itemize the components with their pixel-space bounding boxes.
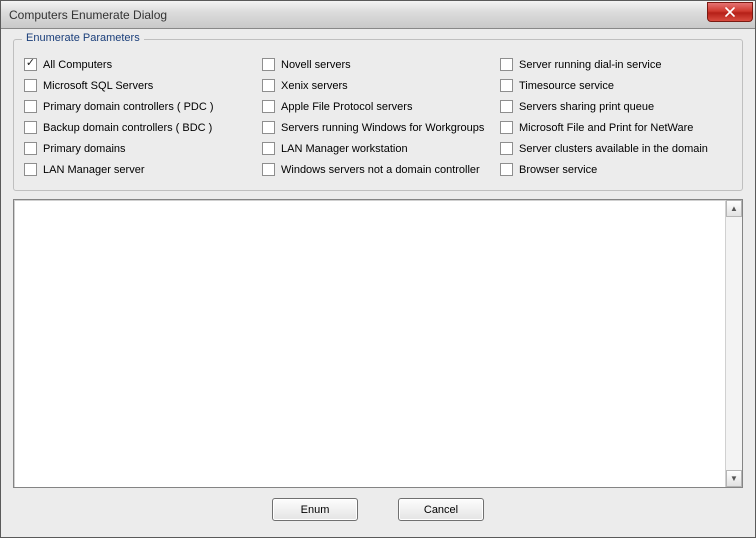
client-area: Enumerate Parameters All Computers Micro… [1,29,755,537]
checkbox-input[interactable] [24,100,37,113]
param-column-3: Server running dial-in service Timesourc… [500,54,732,180]
window-title: Computers Enumerate Dialog [9,8,167,22]
close-button[interactable] [707,2,753,22]
checkbox-input[interactable] [262,58,275,71]
checkbox-label: Microsoft File and Print for NetWare [519,122,693,134]
param-column-2: Novell servers Xenix servers Apple File … [262,54,494,180]
checkbox-input[interactable] [500,58,513,71]
checkbox-input[interactable] [24,58,37,71]
checkbox-input[interactable] [500,100,513,113]
titlebar: Computers Enumerate Dialog [1,1,755,29]
scroll-down-button[interactable]: ▼ [726,470,742,487]
checkbox-input[interactable] [262,121,275,134]
checkbox-label: Primary domains [43,143,126,155]
checkbox-input[interactable] [262,142,275,155]
checkbox-label: Xenix servers [281,80,348,92]
checkbox-input[interactable] [262,79,275,92]
checkbox-label: Apple File Protocol servers [281,101,412,113]
checkbox-wfw-servers[interactable]: Servers running Windows for Workgroups [262,117,494,138]
close-icon [725,7,735,17]
checkbox-server-clusters[interactable]: Server clusters available in the domain [500,138,732,159]
parameters-grid: All Computers Microsoft SQL Servers Prim… [24,54,732,180]
checkbox-pdc[interactable]: Primary domain controllers ( PDC ) [24,96,256,117]
checkbox-primary-domains[interactable]: Primary domains [24,138,256,159]
checkbox-input[interactable] [500,142,513,155]
results-list[interactable]: ▲ ▼ [13,199,743,488]
checkbox-mssql-servers[interactable]: Microsoft SQL Servers [24,75,256,96]
checkbox-label: Timesource service [519,80,614,92]
checkbox-print-queue[interactable]: Servers sharing print queue [500,96,732,117]
chevron-up-icon: ▲ [730,204,738,213]
checkbox-input[interactable] [500,79,513,92]
checkbox-novell-servers[interactable]: Novell servers [262,54,494,75]
checkbox-input[interactable] [24,121,37,134]
checkbox-input[interactable] [24,79,37,92]
checkbox-xenix-servers[interactable]: Xenix servers [262,75,494,96]
checkbox-afp-servers[interactable]: Apple File Protocol servers [262,96,494,117]
checkbox-label: Servers running Windows for Workgroups [281,122,484,134]
checkbox-timesource-service[interactable]: Timesource service [500,75,732,96]
checkbox-label: Servers sharing print queue [519,101,654,113]
checkbox-label: Windows servers not a domain controller [281,164,480,176]
chevron-down-icon: ▼ [730,474,738,483]
checkbox-label: All Computers [43,59,112,71]
checkbox-input[interactable] [262,163,275,176]
checkbox-input[interactable] [500,163,513,176]
checkbox-all-computers[interactable]: All Computers [24,54,256,75]
vertical-scrollbar[interactable]: ▲ ▼ [725,200,742,487]
checkbox-input[interactable] [24,142,37,155]
checkbox-lan-manager-workstation[interactable]: LAN Manager workstation [262,138,494,159]
checkbox-label: Backup domain controllers ( BDC ) [43,122,212,134]
param-column-1: All Computers Microsoft SQL Servers Prim… [24,54,256,180]
checkbox-dialin-service[interactable]: Server running dial-in service [500,54,732,75]
checkbox-label: Server running dial-in service [519,59,661,71]
checkbox-label: Novell servers [281,59,351,71]
checkbox-input[interactable] [24,163,37,176]
checkbox-label: LAN Manager workstation [281,143,408,155]
button-bar: Enum Cancel [13,488,743,525]
cancel-button[interactable]: Cancel [398,498,484,521]
groupbox-legend: Enumerate Parameters [22,32,144,44]
enum-button[interactable]: Enum [272,498,358,521]
scroll-track[interactable] [726,217,742,470]
checkbox-label: Browser service [519,164,597,176]
checkbox-ms-file-print-netware[interactable]: Microsoft File and Print for NetWare [500,117,732,138]
checkbox-label: Primary domain controllers ( PDC ) [43,101,214,113]
checkbox-input[interactable] [500,121,513,134]
checkbox-label: LAN Manager server [43,164,145,176]
checkbox-label: Microsoft SQL Servers [43,80,153,92]
checkbox-label: Server clusters available in the domain [519,143,708,155]
checkbox-lan-manager-server[interactable]: LAN Manager server [24,159,256,180]
checkbox-windows-not-dc[interactable]: Windows servers not a domain controller [262,159,494,180]
checkbox-input[interactable] [262,100,275,113]
checkbox-browser-service[interactable]: Browser service [500,159,732,180]
checkbox-bdc[interactable]: Backup domain controllers ( BDC ) [24,117,256,138]
dialog-window: Computers Enumerate Dialog Enumerate Par… [0,0,756,538]
enumerate-parameters-group: Enumerate Parameters All Computers Micro… [13,39,743,191]
scroll-up-button[interactable]: ▲ [726,200,742,217]
